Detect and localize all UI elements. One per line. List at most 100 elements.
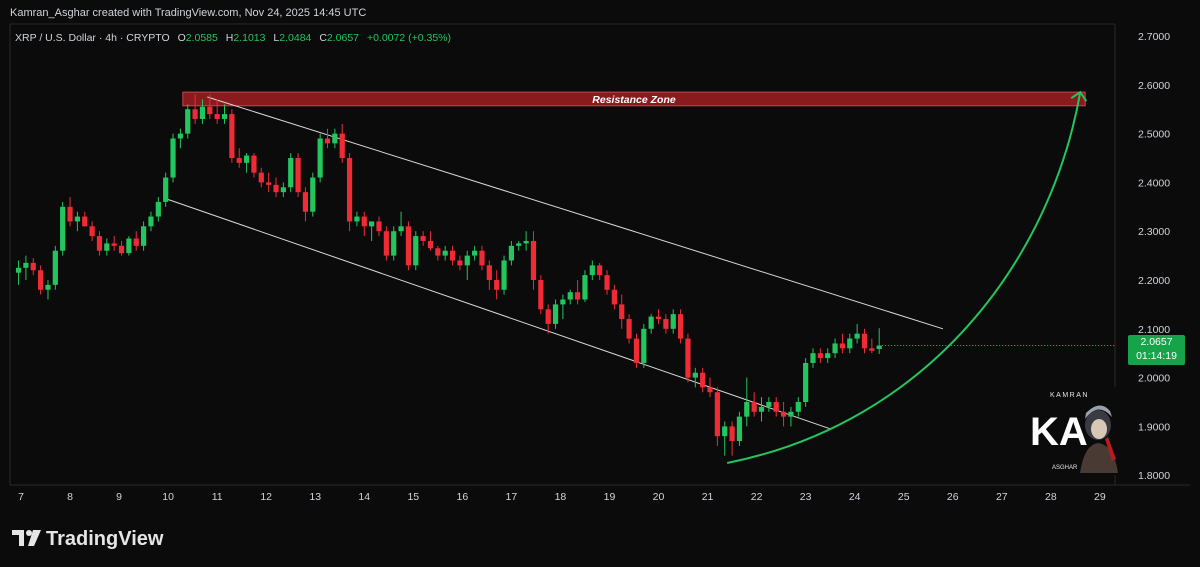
candle-body	[655, 316, 662, 320]
candle-body	[118, 245, 125, 254]
candle-body	[163, 177, 169, 202]
watermark-initials: KA	[1030, 410, 1088, 454]
candle-body	[464, 255, 470, 266]
x-tick-label: 27	[996, 491, 1008, 503]
high-value: 2.1013	[233, 32, 266, 44]
y-tick-label: 2.6000	[1138, 80, 1170, 92]
candle-body	[575, 292, 581, 300]
tradingview-wordmark: TradingView	[46, 528, 164, 550]
candle-body	[302, 192, 309, 212]
x-tick-label: 19	[604, 491, 616, 503]
candle-body	[126, 238, 132, 254]
candle-body	[457, 260, 463, 266]
candle-body	[148, 216, 154, 227]
candle-body	[317, 138, 323, 178]
candle-body	[567, 292, 573, 300]
candle-body	[229, 114, 235, 158]
x-tick-label: 15	[407, 491, 419, 503]
x-tick-label: 25	[898, 491, 910, 503]
x-tick-label: 26	[947, 491, 959, 503]
candle-body	[45, 284, 51, 290]
y-tick-label: 2.0000	[1138, 373, 1170, 385]
candle-body	[530, 240, 537, 280]
x-tick-label: 21	[702, 491, 714, 503]
candle-body	[82, 216, 88, 227]
candle-body	[847, 338, 853, 349]
candle-body	[391, 231, 397, 256]
candle-body	[413, 236, 419, 266]
candle-body	[619, 304, 625, 320]
candle-body	[670, 314, 676, 329]
x-tick-label: 7	[18, 491, 24, 503]
candle-body	[516, 243, 522, 246]
candle-body	[663, 319, 669, 329]
candle-body	[810, 353, 816, 363]
candle-body	[700, 372, 706, 388]
candle-body	[258, 172, 264, 183]
watermark-name-top: KAMRAN	[1050, 392, 1089, 399]
candle-body	[560, 299, 566, 305]
candle-body	[221, 114, 228, 119]
candle-body	[604, 275, 610, 290]
candle-body	[494, 280, 500, 290]
candle-body	[185, 109, 191, 134]
bar-countdown: 01:14:19	[1136, 350, 1177, 362]
candle-body	[74, 216, 80, 222]
candle-body	[214, 114, 220, 119]
candle-body	[266, 182, 272, 185]
candle-body	[435, 248, 441, 256]
candle-body	[744, 402, 750, 417]
candle-body	[243, 155, 250, 163]
y-tick-label: 2.7000	[1138, 31, 1170, 43]
open-value: 2.0585	[185, 32, 218, 44]
candle-body	[23, 262, 29, 268]
ohlc-legend: XRP / U.S. Dollar · 4h · CRYPTO O2.0585 …	[15, 32, 451, 44]
candle-body	[597, 265, 603, 276]
candle-body	[736, 416, 743, 442]
candle-body	[692, 372, 698, 378]
candle-body	[633, 338, 640, 363]
candle-body	[869, 348, 875, 351]
candle-body	[685, 338, 691, 378]
candle-body	[854, 333, 860, 339]
candle-body	[722, 426, 728, 437]
candle-body	[155, 201, 161, 217]
x-tick-label: 28	[1045, 491, 1057, 503]
tradingview-logo[interactable]: TradingView	[12, 528, 163, 551]
candle-body	[60, 206, 66, 251]
x-tick-label: 13	[309, 491, 321, 503]
x-tick-label: 16	[457, 491, 469, 503]
chart-canvas[interactable]: 2.7000 2.6000 2.5000 2.4000 2.3000 2.2000 2.10…	[0, 0, 1200, 567]
change-value: +0.0072 (+0.35%)	[366, 32, 452, 44]
candle-body	[552, 304, 559, 324]
x-tick-label: 10	[162, 491, 174, 503]
candle-body	[479, 250, 485, 266]
candle-body	[611, 289, 617, 305]
candle-body	[111, 243, 117, 246]
current-price: 2.0657	[1140, 336, 1173, 348]
candle-body	[589, 265, 595, 276]
candle-body	[817, 353, 823, 359]
y-tick-label: 1.8000	[1138, 470, 1170, 482]
candle-body	[449, 250, 456, 261]
candle-body	[376, 221, 382, 232]
candle-body	[170, 138, 176, 178]
symbol-label[interactable]: XRP / U.S. Dollar · 4h · CRYPTO	[15, 32, 170, 44]
candle-body	[52, 250, 58, 285]
candle-body	[758, 406, 765, 412]
y-tick-label: 2.4000	[1138, 177, 1170, 189]
candle-body	[273, 184, 279, 193]
x-tick-label: 24	[849, 491, 861, 503]
candle-body	[707, 387, 713, 393]
candle-body	[876, 345, 882, 350]
candle-body	[324, 138, 331, 144]
channel-line	[167, 199, 831, 430]
candle-body	[766, 402, 772, 407]
candle-body	[839, 343, 846, 349]
x-tick-label: 9	[116, 491, 122, 503]
candle-body	[523, 240, 529, 244]
candle-body	[677, 314, 684, 339]
candle-body	[788, 411, 794, 417]
candle-body	[295, 158, 301, 193]
candle-body	[332, 133, 338, 144]
